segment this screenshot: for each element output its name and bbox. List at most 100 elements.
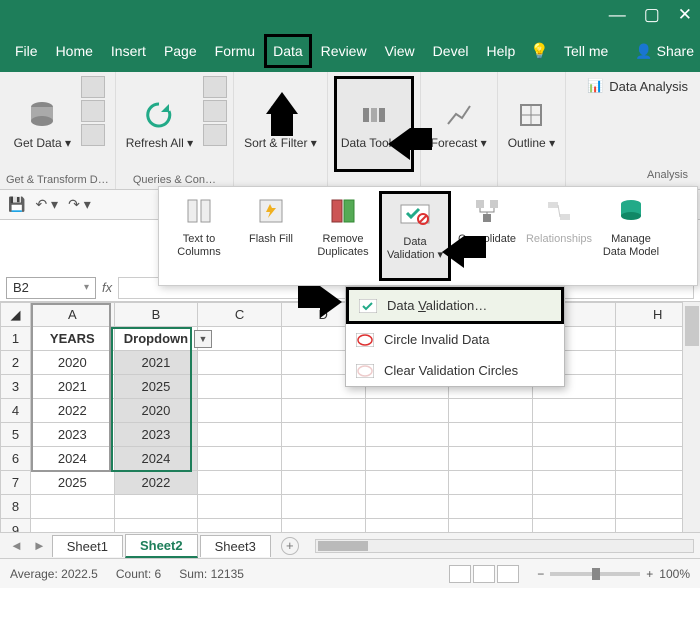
cell-A2[interactable]: 2020: [31, 351, 115, 375]
hscroll-thumb[interactable]: [318, 541, 368, 551]
data-analysis-label: Data Analysis: [609, 79, 688, 94]
menu-clear-circles[interactable]: Clear Validation Circles: [346, 355, 564, 386]
tab-file[interactable]: File: [6, 34, 47, 68]
consolidate-button[interactable]: Consolidate: [451, 191, 523, 281]
zoom-in-button[interactable]: +: [646, 567, 653, 581]
data-validation-menu: Data Validation… Circle Invalid Data Cle…: [345, 286, 565, 387]
tab-page[interactable]: Page: [155, 34, 206, 68]
tab-review[interactable]: Review: [312, 34, 376, 68]
get-data-button[interactable]: Get Data ▾: [10, 76, 75, 172]
data-analysis-button[interactable]: 📊 Data Analysis: [587, 78, 688, 94]
outline-label: Outline: [508, 136, 546, 150]
share-label: Share: [657, 43, 694, 59]
name-box[interactable]: B2 ▾: [6, 277, 96, 299]
tab-developer[interactable]: Devel: [424, 34, 478, 68]
fx-icon[interactable]: fx: [102, 280, 112, 295]
sheet-tab-1[interactable]: Sheet1: [52, 535, 123, 557]
save-icon[interactable]: 💾: [8, 196, 25, 213]
zoom-slider[interactable]: [550, 572, 640, 576]
menu-circle-invalid[interactable]: Circle Invalid Data: [346, 324, 564, 355]
cell-A6[interactable]: 2024: [31, 447, 115, 471]
vertical-scrollbar[interactable]: [682, 302, 700, 532]
row-9[interactable]: 9: [1, 519, 31, 533]
tab-formulas[interactable]: Formu: [206, 34, 264, 68]
redo-button[interactable]: ↷ ▾: [68, 196, 91, 213]
status-count: Count: 6: [116, 567, 161, 581]
sheet-nav-prev[interactable]: ◄: [6, 538, 27, 553]
row-2[interactable]: 2: [1, 351, 31, 375]
cell-B6[interactable]: 2024: [114, 447, 198, 471]
row-4[interactable]: 4: [1, 399, 31, 423]
zoom-level[interactable]: 100%: [659, 567, 690, 581]
cell-B5[interactable]: 2023: [114, 423, 198, 447]
data-tools-dropdown: Text to Columns Flash Fill Remove Duplic…: [158, 186, 698, 286]
cell-B3[interactable]: 2025: [114, 375, 198, 399]
status-bar: Average: 2022.5 Count: 6 Sum: 12135 − + …: [0, 558, 700, 588]
share-button[interactable]: 👤 Share: [635, 43, 694, 60]
data-analysis-icon: 📊: [587, 78, 603, 94]
menu-clear-circles-label: Clear Validation Circles: [384, 363, 518, 378]
col-B[interactable]: B: [114, 303, 198, 327]
cell-A3[interactable]: 2021: [31, 375, 115, 399]
row-1[interactable]: 1: [1, 327, 31, 351]
close-button[interactable]: ✕: [678, 5, 692, 25]
remove-duplicates-button[interactable]: Remove Duplicates: [307, 191, 379, 281]
refresh-all-button[interactable]: Refresh All ▾: [122, 76, 197, 172]
sheet-tab-3[interactable]: Sheet3: [200, 535, 271, 557]
minimize-button[interactable]: —: [609, 5, 626, 25]
scrollbar-thumb[interactable]: [685, 306, 699, 346]
sheet-nav-next[interactable]: ►: [29, 538, 50, 553]
row-6[interactable]: 6: [1, 447, 31, 471]
undo-button[interactable]: ↶ ▾: [35, 196, 58, 213]
data-tools-button[interactable]: Data Tools ▾: [334, 76, 414, 172]
flash-fill-button[interactable]: Flash Fill: [235, 191, 307, 281]
chevron-down-icon[interactable]: ▾: [84, 282, 89, 293]
cell-B2[interactable]: 2021: [114, 351, 198, 375]
name-box-value: B2: [13, 280, 29, 295]
data-validation-button[interactable]: Data Validation ▾: [379, 191, 451, 281]
text-to-columns-button[interactable]: Text to Columns: [163, 191, 235, 281]
getdata-small-icons[interactable]: [81, 76, 105, 146]
tab-help[interactable]: Help: [477, 34, 524, 68]
forecast-button[interactable]: Forecast ▾: [427, 76, 491, 172]
row-7[interactable]: 7: [1, 471, 31, 495]
menu-data-validation[interactable]: Data Validation…: [346, 287, 564, 324]
zoom-out-button[interactable]: −: [537, 567, 544, 581]
lightbulb-icon[interactable]: 💡: [530, 42, 549, 60]
remove-duplicates-label: Remove Duplicates: [311, 233, 375, 259]
tab-insert[interactable]: Insert: [102, 34, 155, 68]
add-sheet-button[interactable]: +: [281, 537, 299, 555]
data-validation-icon: [399, 198, 431, 230]
cell-B7[interactable]: 2022: [114, 471, 198, 495]
cell-B1[interactable]: Dropdown: [114, 327, 198, 351]
ribbon-tabs: File Home Insert Page Formu Data Review …: [0, 30, 700, 72]
tell-me[interactable]: Tell me: [555, 34, 617, 68]
row-3[interactable]: 3: [1, 375, 31, 399]
manage-data-model-button[interactable]: Manage Data Model: [595, 191, 667, 281]
cell-A7[interactable]: 2025: [31, 471, 115, 495]
maximize-button[interactable]: ▢: [644, 5, 660, 25]
circle-invalid-icon: [356, 333, 374, 347]
zoom-control[interactable]: − + 100%: [537, 567, 690, 581]
sheet-tab-2[interactable]: Sheet2: [125, 534, 198, 558]
select-all-corner[interactable]: ◢: [1, 303, 31, 327]
cell-A5[interactable]: 2023: [31, 423, 115, 447]
tab-view[interactable]: View: [376, 34, 424, 68]
col-A[interactable]: A: [31, 303, 115, 327]
cell-A1[interactable]: YEARS: [31, 327, 115, 351]
horizontal-scrollbar[interactable]: [315, 539, 694, 553]
row-8[interactable]: 8: [1, 495, 31, 519]
share-icon: 👤: [635, 43, 652, 60]
dropdown-arrow-icon[interactable]: ▼: [194, 330, 212, 348]
outline-button[interactable]: Outline ▾: [504, 76, 559, 172]
view-buttons[interactable]: [449, 565, 519, 583]
tab-home[interactable]: Home: [47, 34, 102, 68]
cell-B4[interactable]: 2020: [114, 399, 198, 423]
col-C[interactable]: C: [198, 303, 282, 327]
tab-data[interactable]: Data: [264, 34, 312, 68]
row-5[interactable]: 5: [1, 423, 31, 447]
queries-small-icons[interactable]: [203, 76, 227, 146]
cell-A4[interactable]: 2022: [31, 399, 115, 423]
flash-fill-icon: [255, 195, 287, 227]
sort-filter-button[interactable]: Sort & Filter ▾: [240, 76, 321, 172]
